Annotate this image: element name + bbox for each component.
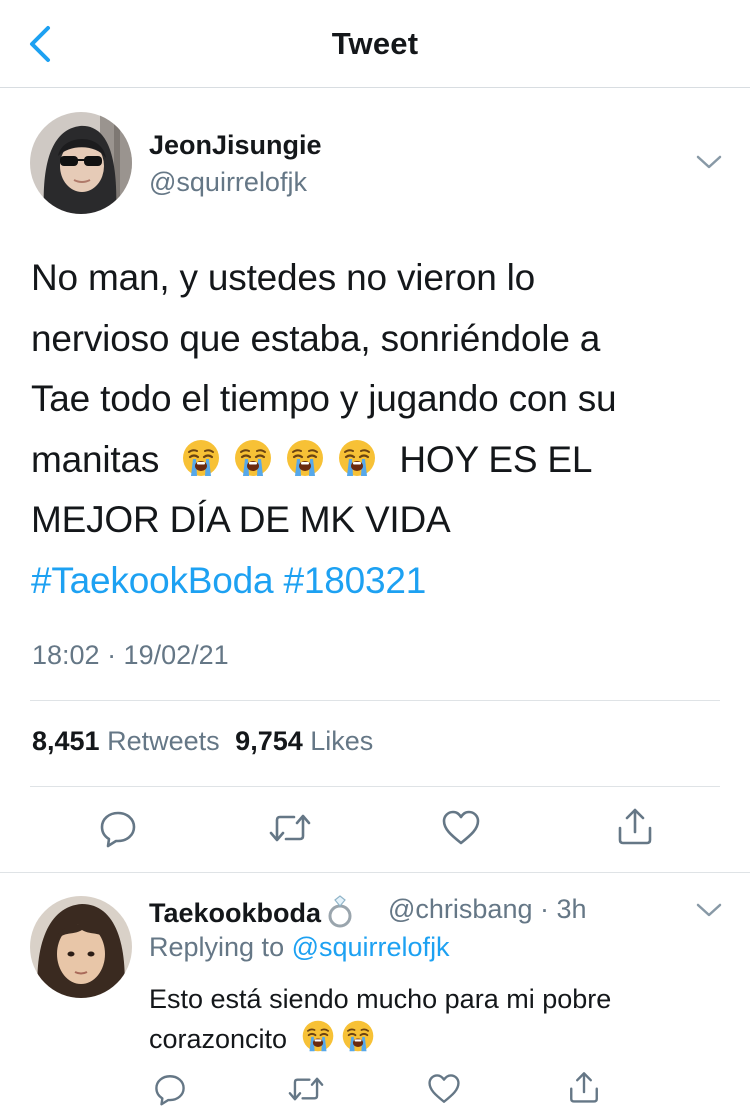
tweet-text: No man, y ustedes no vieron lo nervioso … [31,248,721,611]
crying-face-emoji-icon [341,1019,375,1053]
reply-icon[interactable] [153,1072,187,1106]
navigation-bar: Tweet [0,0,750,88]
tweet-text-line: manitas HOY ES EL [31,430,721,491]
divider [30,786,720,787]
crying-face-emoji-icon [337,438,377,478]
like-count[interactable]: 9,754 [235,726,303,756]
share-icon[interactable] [615,806,655,846]
like-icon[interactable] [427,1072,461,1106]
reply-author-name[interactable]: Taekookboda [149,894,357,929]
retweet-count[interactable]: 8,451 [32,726,100,756]
reply-text: Esto está siendo mucho para mi pobre cor… [149,980,709,1059]
like-icon[interactable] [441,808,481,848]
reply-author-name-text: Taekookboda [149,898,322,928]
retweet-icon[interactable] [287,1072,325,1106]
chevron-down-icon[interactable] [694,152,724,172]
tweet-text-line: MEJOR DÍA DE MK VIDA [31,499,451,540]
reply-text-line: Esto está siendo mucho para mi pobre [149,984,612,1014]
crying-face-emoji-icon [181,438,221,478]
author-handle[interactable]: @squirrelofjk [149,167,307,198]
tweet-text-fragment: manitas [31,438,160,480]
tweet-text-line: No man, y ustedes no vieron lo [31,257,536,298]
tweet-text-line: Tae todo el tiempo y jugando con su [31,378,617,419]
crying-face-emoji-icon [285,438,325,478]
chevron-down-icon[interactable] [694,900,724,920]
divider [0,872,750,873]
retweets-label[interactable]: Retweets [107,726,220,756]
tweet-text-line: nervioso que estaba, sonriéndole a [31,317,601,359]
reply-icon[interactable] [98,808,138,848]
divider [30,700,720,701]
retweet-icon[interactable] [268,808,312,848]
crying-face-emoji-icon [233,438,273,478]
reply-author-handle[interactable]: @chrisbang · 3h [388,894,587,925]
author-name[interactable]: JeonJisungie [149,130,322,161]
reply-text-fragment: corazoncito [149,1024,288,1054]
tweet-stats: 8,451 Retweets 9,754 Likes [32,726,373,757]
reply-text-line: corazoncito [149,1019,709,1059]
mention-link[interactable]: @squirrelofjk [292,932,450,962]
tweet-text-fragment: HOY ES EL [399,438,593,480]
replying-to: Replying to @squirrelofjk [149,932,450,963]
hashtag-line: #TaekookBoda #180321 [31,551,721,612]
replying-to-label: Replying to [149,932,285,962]
hashtag-link[interactable]: #180321 [284,560,427,601]
share-icon[interactable] [567,1070,601,1104]
tweet-timestamp: 18:02 · 19/02/21 [32,640,229,670]
author-avatar[interactable] [30,112,132,214]
ring-emoji-icon [323,894,357,928]
hashtag-link[interactable]: #TaekookBoda [31,560,274,601]
reply-author-avatar[interactable] [30,896,132,998]
crying-face-emoji-icon [301,1019,335,1053]
page-title: Tweet [331,26,419,61]
likes-label[interactable]: Likes [310,726,373,756]
